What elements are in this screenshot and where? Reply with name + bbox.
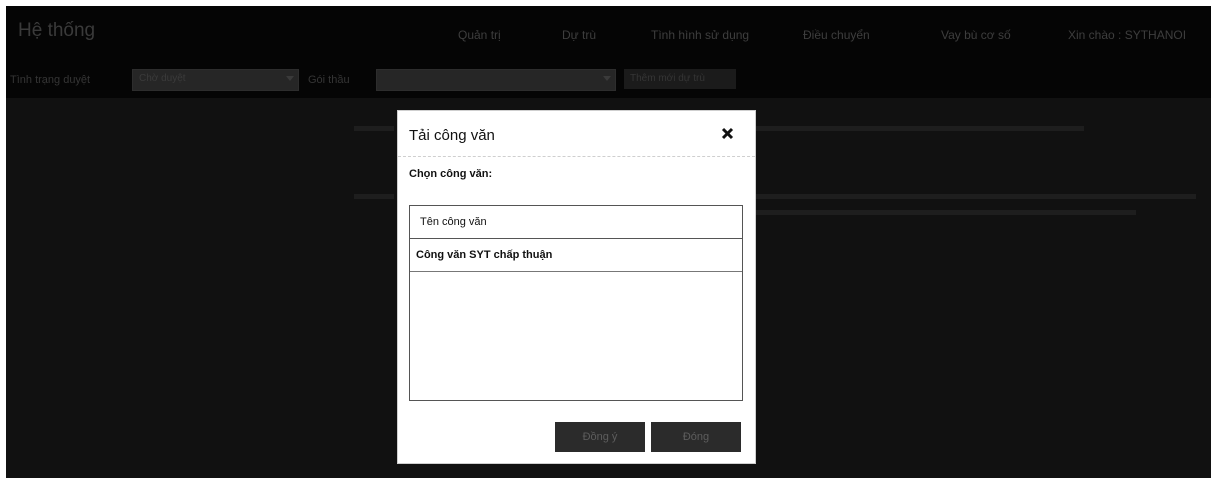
nav-item-estimate[interactable]: Dự trù [562,28,596,42]
select-document-label: Chọn công văn: [409,168,493,180]
top-navbar: Hệ thống Quản trị Dự trù Tình hình sử dụ… [6,6,1211,62]
add-estimate-button[interactable]: Thêm mới dự trù [624,69,736,89]
chevron-down-icon [603,76,611,81]
nav-item-admin[interactable]: Quản trị [458,28,501,42]
dimmed-text [756,194,1196,199]
close-button[interactable] [717,123,739,145]
dialog-close-button[interactable]: Đóng [651,422,741,452]
column-header-document-name: Tên công văn [420,216,487,228]
dimmed-text [754,126,1084,131]
upload-document-dialog: Tải công văn Chọn công văn: Tên công văn… [397,110,756,464]
document-name-cell: Công văn SYT chấp thuận [416,249,553,261]
dialog-title: Tải công văn [409,127,495,144]
dialog-header: Tải công văn [398,111,755,157]
document-table: Tên công văn Công văn SYT chấp thuận [409,205,743,401]
status-filter-value: Chờ duyệt [139,73,186,84]
filter-bar: Tình trạng duyệt Chờ duyệt Gói thầu Thêm… [6,62,1211,98]
dimmed-text [354,194,394,199]
app-title[interactable]: Hệ thống [18,20,95,42]
nav-item-borrow[interactable]: Vay bù cơ số [941,28,1011,42]
status-filter-label: Tình trạng duyệt [10,74,91,86]
close-icon [721,127,734,140]
nav-item-usage[interactable]: Tình hình sử dụng [651,28,749,42]
package-filter-label: Gói thầu [308,74,350,86]
add-estimate-label: Thêm mới dự trù [630,73,705,84]
nav-item-transfer[interactable]: Điều chuyển [803,28,870,42]
user-greeting[interactable]: Xin chào : SYTHANOI [1068,28,1186,42]
package-filter-select[interactable] [376,69,616,91]
chevron-down-icon [286,76,294,81]
dimmed-text [354,126,394,131]
table-header: Tên công văn [410,206,742,239]
app-window: Hệ thống Quản trị Dự trù Tình hình sử dụ… [6,6,1211,478]
table-row[interactable]: Công văn SYT chấp thuận [410,239,742,272]
dimmed-text [756,210,1136,215]
ok-button[interactable]: Đồng ý [555,422,645,452]
status-filter-select[interactable]: Chờ duyệt [132,69,299,91]
